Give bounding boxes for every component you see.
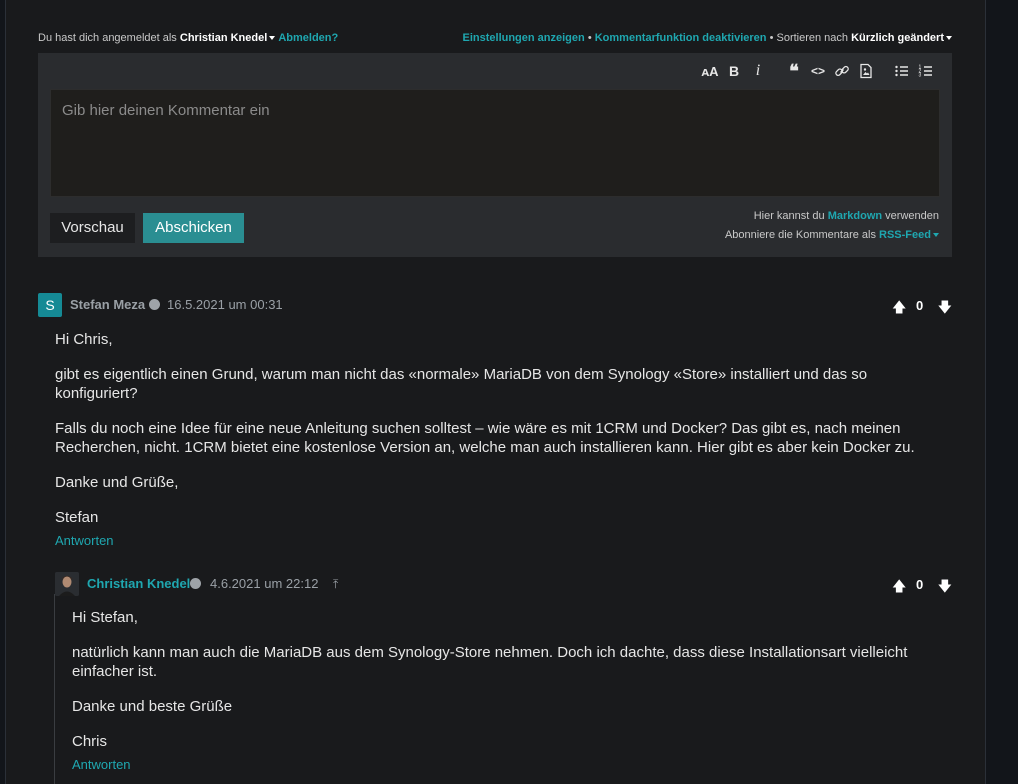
downvote-icon[interactable]: 🡇: [938, 576, 952, 600]
comment-paragraph: gibt es eigentlich einen Grund, warum ma…: [55, 366, 868, 402]
comment-author[interactable]: Christian Knedel: [87, 576, 190, 591]
separator-dot: •: [587, 32, 592, 44]
editor-toolbar: ᴀA B i ❝ <> 123: [698, 61, 938, 81]
chevron-down-icon: [269, 36, 276, 41]
avatar: S: [38, 293, 62, 317]
comment-paragraph: Chris: [72, 733, 108, 750]
page-frame-right: [985, 0, 986, 784]
unordered-list-icon[interactable]: [890, 61, 914, 81]
comment-paragraph: Hi Chris,: [55, 331, 113, 348]
vote-count: 0: [916, 298, 924, 313]
comment-paragraph: natürlich kann man auch die MariaDB aus …: [72, 644, 908, 680]
rss-feed-link[interactable]: RSS-Feed: [879, 229, 939, 241]
quote-icon[interactable]: ❝: [782, 61, 806, 81]
parent-comment-icon[interactable]: ⤒: [333, 577, 338, 592]
logged-in-user[interactable]: Christian Knedel: [180, 32, 276, 44]
upvote-icon[interactable]: 🡅: [892, 297, 906, 321]
comment-text: Hi Stefan, natürlich kann man auch die M…: [72, 608, 942, 767]
link-icon[interactable]: [830, 61, 854, 81]
bold-icon[interactable]: B: [722, 61, 746, 81]
upvote-icon[interactable]: 🡅: [892, 576, 906, 600]
login-info: Du hast dich angemeldet als Christian Kn…: [38, 32, 338, 44]
comment-paragraph: Stefan: [55, 509, 99, 526]
markdown-hint: Hier kannst du Markdown verwenden: [753, 210, 939, 222]
italic-icon[interactable]: i: [746, 61, 770, 81]
code-icon[interactable]: <>: [806, 61, 830, 81]
settings-link[interactable]: Einstellungen anzeigen: [463, 32, 585, 44]
comment-text: Hi Chris, gibt es eigentlich einen Grund…: [55, 330, 935, 543]
svg-text:3: 3: [919, 73, 922, 79]
avatar: [55, 572, 79, 596]
text-size-icon[interactable]: ᴀA: [698, 61, 722, 81]
comment-header: Christian Knedel 4.6.2021 um 22:12 ⤒ 🡅 0…: [55, 572, 952, 596]
chevron-down-icon: [946, 36, 952, 41]
thread-line: [54, 594, 55, 784]
downvote-icon[interactable]: 🡇: [938, 297, 952, 321]
comment-paragraph: Danke und Grüße,: [55, 474, 179, 491]
vote-controls: 🡅 0 🡇: [892, 576, 952, 594]
comment-input[interactable]: Gib hier deinen Kommentar ein: [50, 89, 940, 197]
sort-label: Sortieren nach: [776, 32, 849, 44]
rss-hint: Abonniere die Kommentare als RSS-Feed: [725, 229, 939, 241]
reply-link[interactable]: Antworten: [55, 533, 114, 548]
vote-count: 0: [916, 577, 924, 592]
comment-paragraph: Hi Stefan,: [72, 609, 138, 626]
separator-dot: •: [769, 32, 774, 44]
verified-badge-icon: [149, 299, 160, 310]
image-icon[interactable]: [854, 61, 878, 81]
comment-date[interactable]: 16.5.2021 um 00:31: [167, 297, 283, 312]
login-bar: Du hast dich angemeldet als Christian Kn…: [38, 32, 952, 46]
comment-header: S Stefan Meza 16.5.2021 um 00:31 🡅 0 🡇: [38, 293, 952, 317]
comment-paragraph: Danke und beste Grüße: [72, 698, 233, 715]
vote-controls: 🡅 0 🡇: [892, 297, 952, 315]
comment-paragraph: Falls du noch eine Idee für eine neue An…: [55, 420, 915, 456]
markdown-link[interactable]: Markdown: [828, 210, 882, 222]
reply-link[interactable]: Antworten: [72, 757, 131, 772]
login-prefix: Du hast dich angemeldet als: [38, 32, 177, 44]
ordered-list-icon[interactable]: 123: [914, 61, 938, 81]
comment-editor: ᴀA B i ❝ <> 123 Gib hier deinen Kommenta…: [38, 53, 952, 257]
comment-options: Einstellungen anzeigen • Kommentarfunkti…: [463, 32, 952, 44]
sort-dropdown[interactable]: Kürzlich geändert: [851, 32, 952, 44]
chevron-down-icon: [933, 233, 939, 238]
comment-author[interactable]: Stefan Meza: [70, 297, 145, 312]
logout-link[interactable]: Abmelden?: [278, 32, 338, 44]
verified-badge-icon: [190, 578, 201, 589]
disable-comments-link[interactable]: Kommentarfunktion deaktivieren: [595, 32, 767, 44]
submit-button[interactable]: Abschicken: [143, 213, 244, 243]
comment-date[interactable]: 4.6.2021 um 22:12: [210, 576, 318, 591]
preview-button[interactable]: Vorschau: [50, 213, 135, 243]
